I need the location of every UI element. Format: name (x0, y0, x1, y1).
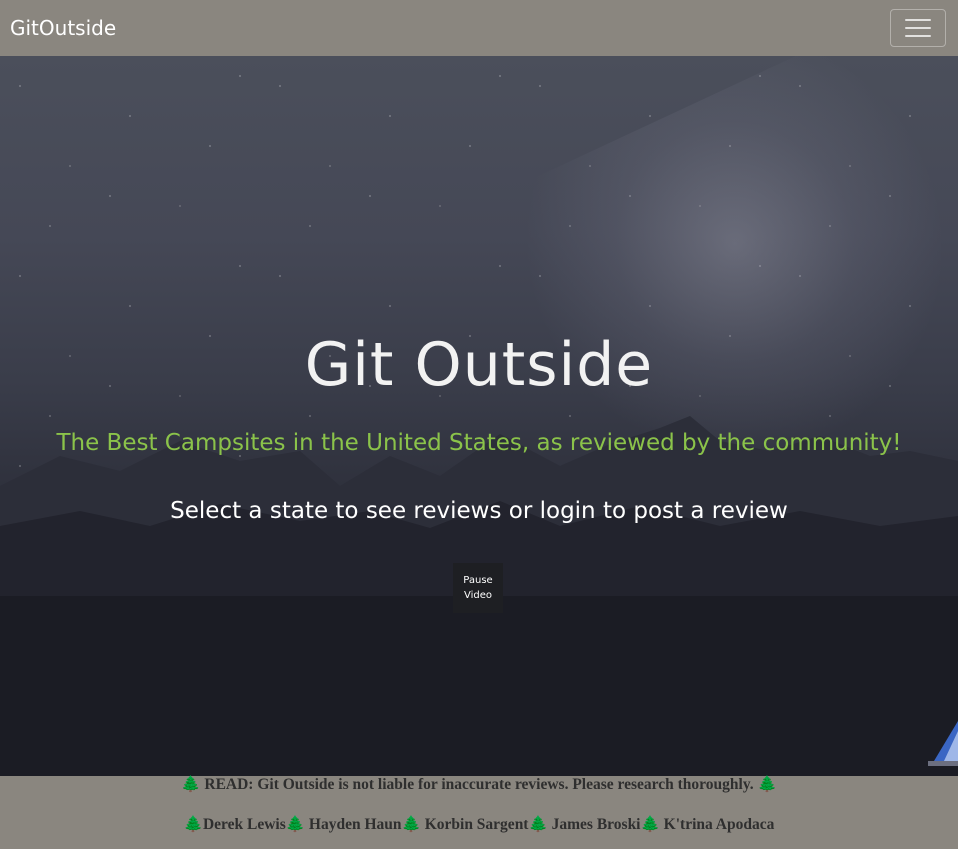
hero-subtitle: The Best Campsites in the United States,… (56, 430, 902, 456)
hamburger-icon-bar (905, 35, 931, 37)
tent-icon (928, 721, 958, 766)
credits-text: 🌲Derek Lewis🌲 Hayden Haun🌲 Korbin Sargen… (183, 816, 775, 833)
menu-toggle-button[interactable] (890, 9, 946, 47)
navbar: GitOutside (0, 0, 958, 56)
footer: 🌲 READ: Git Outside is not liable for in… (0, 776, 958, 849)
disclaimer-text: 🌲 READ: Git Outside is not liable for in… (181, 776, 777, 793)
hamburger-icon-bar (905, 19, 931, 21)
hero-instruction: Select a state to see reviews or login t… (170, 498, 788, 524)
hero-title: Git Outside (304, 330, 654, 400)
hamburger-icon-bar (905, 27, 931, 29)
hero-video-background: Git Outside The Best Campsites in the Un… (0, 56, 958, 776)
pause-video-button[interactable]: Pause Video (453, 563, 503, 613)
mountain-silhouette (0, 416, 958, 776)
brand-link[interactable]: GitOutside (10, 16, 116, 40)
